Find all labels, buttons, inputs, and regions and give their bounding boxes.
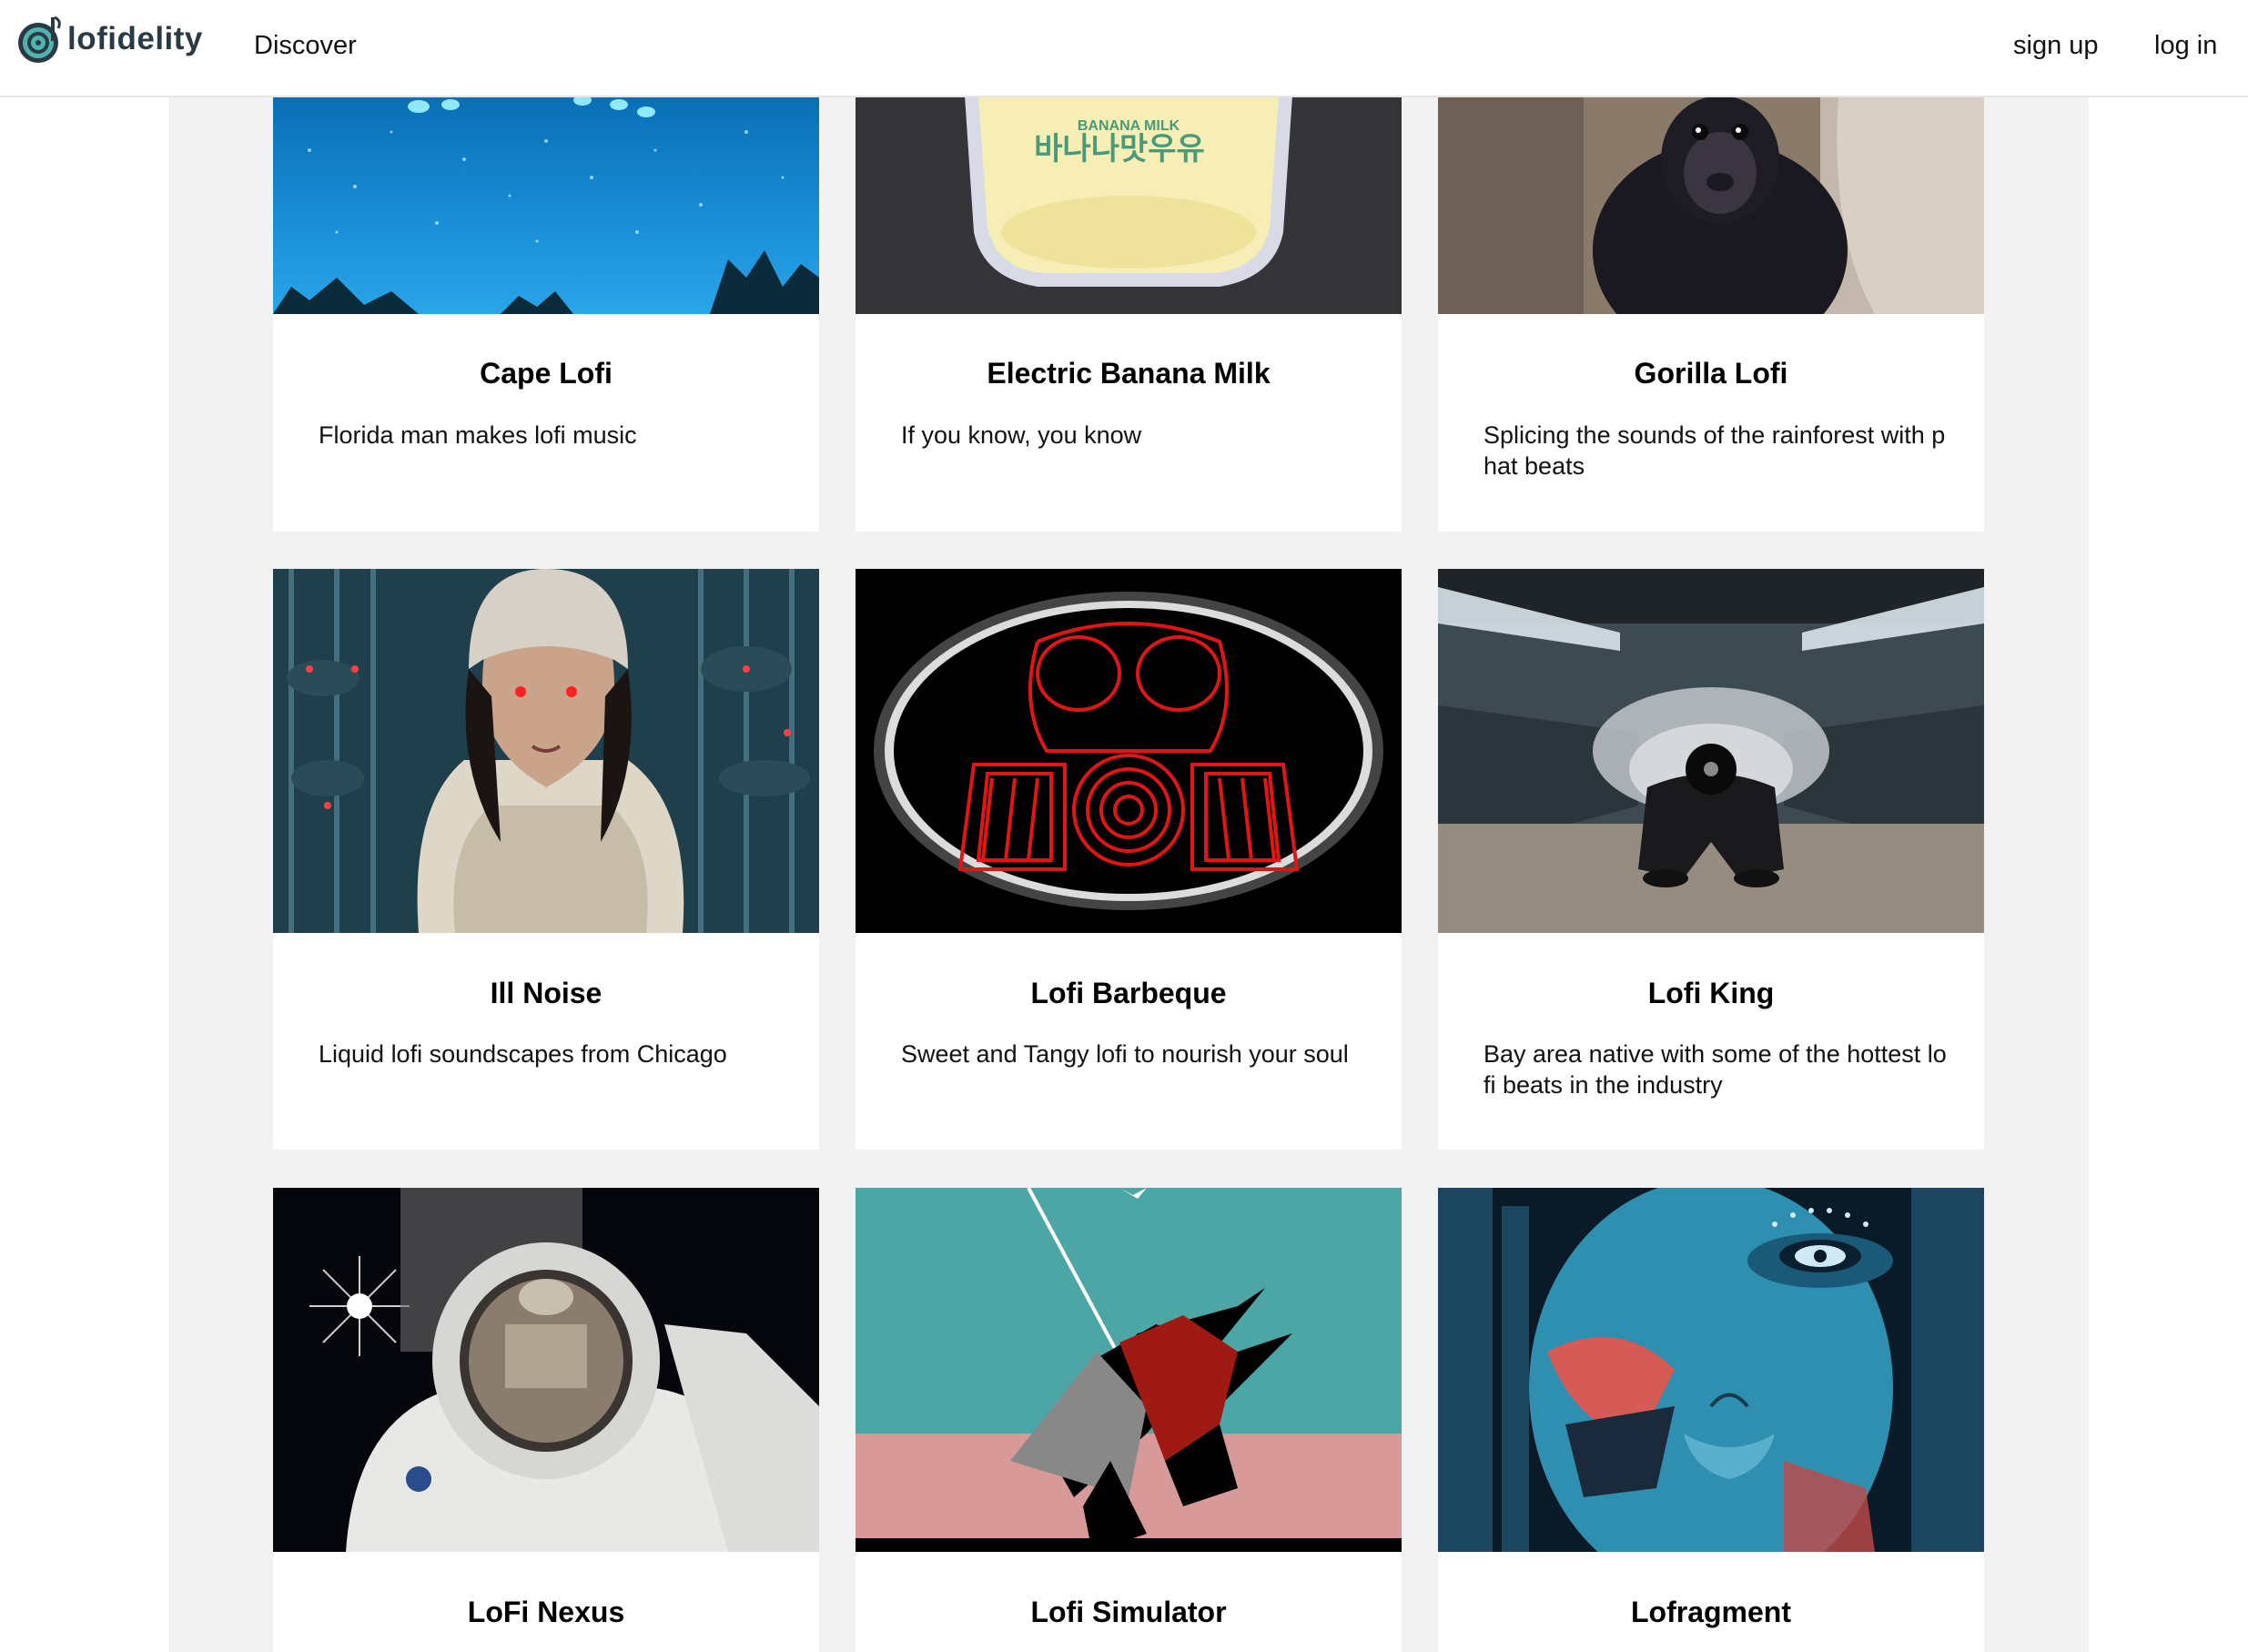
card-image bbox=[273, 569, 819, 933]
card-image bbox=[1438, 1188, 1984, 1552]
card-image bbox=[856, 1188, 1402, 1552]
logo-text: lofidelity bbox=[67, 21, 203, 56]
card-title: Cape Lofi bbox=[480, 357, 613, 390]
card-image: BANANA MILK 바나나맛우유 bbox=[856, 96, 1402, 314]
card-title: Gorilla Lofi bbox=[1634, 357, 1788, 390]
card-image bbox=[273, 96, 819, 314]
artist-card[interactable]: Lofragment bbox=[1438, 1188, 1984, 1652]
log-in-link[interactable]: log in bbox=[2154, 31, 2217, 61]
artist-card[interactable]: Lofi Barbeque Sweet and Tangy lofi to no… bbox=[856, 569, 1402, 1150]
card-title: Lofi Simulator bbox=[1030, 1596, 1227, 1628]
card-title: LoFi Nexus bbox=[467, 1596, 625, 1628]
artist-card[interactable]: Ill Noise Liquid lofi soundscapes from C… bbox=[273, 569, 819, 1150]
top-navbar: lofidelity Discover sign up log in bbox=[0, 0, 2248, 97]
artist-card[interactable]: Lofi Simulator bbox=[856, 1188, 1402, 1652]
card-image bbox=[1438, 569, 1984, 933]
vinyl-record-icon bbox=[15, 14, 66, 65]
svg-text:바나나맛우유: 바나나맛우유 bbox=[1034, 132, 1205, 167]
card-description: Florida man makes lofi music bbox=[319, 421, 637, 449]
nav-discover-link[interactable]: Discover bbox=[254, 31, 357, 61]
card-title: Lofi Barbeque bbox=[1030, 977, 1227, 1009]
artist-card[interactable]: LoFi Nexus bbox=[273, 1188, 819, 1652]
card-description: Splicing the sounds of the rainforest wi… bbox=[1483, 421, 1946, 480]
artist-card[interactable]: Gorilla Lofi Splicing the sounds of the … bbox=[1438, 96, 1984, 532]
artist-card[interactable]: Cape Lofi Florida man makes lofi music bbox=[273, 96, 819, 532]
card-title: Lofi King bbox=[1647, 977, 1775, 1009]
card-description: Liquid lofi soundscapes from Chicago bbox=[319, 1040, 727, 1068]
logo[interactable]: lofidelity bbox=[15, 7, 203, 71]
card-description: Bay area native with some of the hottest… bbox=[1483, 1040, 1947, 1099]
card-image bbox=[856, 569, 1402, 933]
card-description: Sweet and Tangy lofi to nourish your sou… bbox=[901, 1040, 1349, 1068]
card-image bbox=[1438, 96, 1984, 314]
sign-up-link[interactable]: sign up bbox=[2013, 31, 2099, 61]
artist-card[interactable]: Lofi King Bay area native with some of t… bbox=[1438, 569, 1984, 1150]
card-description: If you know, you know bbox=[901, 421, 1142, 449]
artist-card[interactable]: BANANA MILK 바나나맛우유 Electric Banana Milk … bbox=[856, 96, 1402, 532]
card-title: Electric Banana Milk bbox=[987, 357, 1271, 390]
card-image bbox=[273, 1188, 819, 1552]
card-title: Lofragment bbox=[1631, 1596, 1791, 1628]
card-title: Ill Noise bbox=[490, 977, 603, 1009]
